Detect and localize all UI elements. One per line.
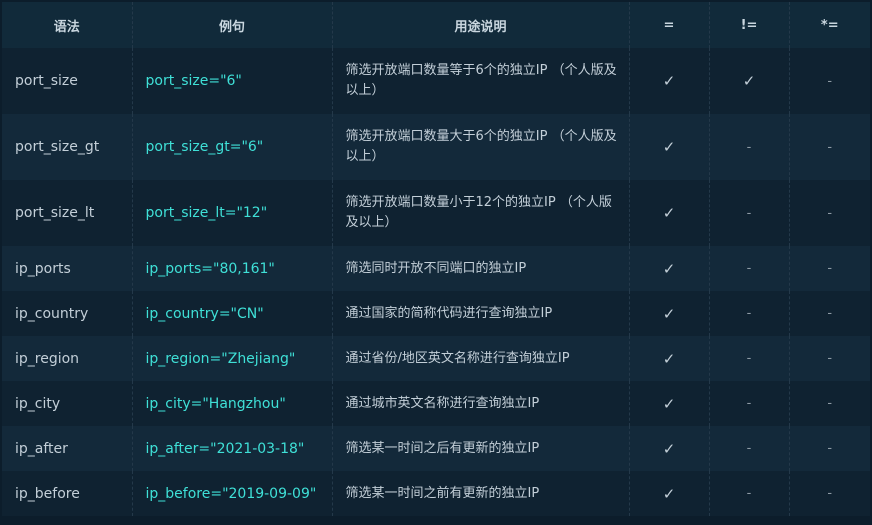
table-row: ip_country ip_country="CN" 通过国家的简称代码进行查询…: [2, 291, 870, 336]
table-row: port_size_gt port_size_gt="6" 筛选开放端口数量大于…: [2, 114, 870, 180]
description-cell: 筛选开放端口数量小于12个的独立IP （个人版及以上）: [332, 180, 630, 246]
dash-icon: -: [827, 396, 833, 411]
dash-icon: -: [709, 426, 790, 471]
syntax-table: 语法 例句 用途说明 = != *= port_size port_size="…: [2, 2, 870, 516]
syntax-cell: port_size_gt: [2, 114, 133, 180]
header-equals: =: [629, 2, 710, 48]
dash-icon: -: [709, 291, 790, 336]
example-cell: ip_before="2019-09-09": [132, 471, 333, 516]
description-cell: 筛选开放端口数量大于6个的独立IP （个人版及以上）: [332, 114, 630, 180]
example-cell: ip_country="CN": [132, 291, 333, 336]
table-row: ip_after ip_after="2021-03-18" 筛选某一时间之后有…: [2, 426, 870, 471]
example-cell: ip_after="2021-03-18": [132, 426, 333, 471]
description-cell: 通过省份/地区英文名称进行查询独立IP: [332, 336, 630, 381]
description-cell: 筛选某一时间之后有更新的独立IP: [332, 426, 630, 471]
check-icon: ✓: [629, 114, 710, 180]
header-example: 例句: [132, 2, 333, 48]
check-icon: ✓: [629, 381, 710, 426]
syntax-cell: port_size_lt: [2, 180, 133, 246]
syntax-cell: ip_before: [2, 471, 133, 516]
dash-icon: -: [827, 441, 833, 456]
dash-icon: -: [827, 261, 833, 276]
dash-icon: -: [827, 306, 833, 321]
dash-icon: -: [827, 139, 833, 155]
check-icon: ✓: [629, 471, 710, 516]
table-row: ip_city ip_city="Hangzhou" 通过城市英文名称进行查询独…: [2, 381, 870, 426]
table-header-row: 语法 例句 用途说明 = != *=: [2, 2, 870, 48]
dash-icon: -: [827, 73, 833, 89]
table-row: ip_before ip_before="2019-09-09" 筛选某一时间之…: [2, 471, 870, 516]
table-row: ip_ports ip_ports="80,161" 筛选同时开放不同端口的独立…: [2, 246, 870, 291]
dash-icon: -: [709, 180, 790, 246]
check-icon: ✓: [629, 291, 710, 336]
header-syntax: 语法: [2, 2, 133, 48]
syntax-cell: port_size: [2, 48, 133, 114]
syntax-cell: ip_after: [2, 426, 133, 471]
check-icon: ✓: [629, 48, 710, 114]
check-icon: ✓: [629, 336, 710, 381]
table-row: port_size port_size="6" 筛选开放端口数量等于6个的独立I…: [2, 48, 870, 114]
syntax-cell: ip_ports: [2, 246, 133, 291]
header-contains: *=: [820, 17, 839, 33]
description-cell: 筛选开放端口数量等于6个的独立IP （个人版及以上）: [332, 48, 630, 114]
example-cell: ip_ports="80,161": [132, 246, 333, 291]
syntax-cell: ip_city: [2, 381, 133, 426]
example-cell: ip_region="Zhejiang": [132, 336, 333, 381]
description-cell: 通过国家的简称代码进行查询独立IP: [332, 291, 630, 336]
example-cell: port_size_gt="6": [132, 114, 333, 180]
syntax-cell: ip_country: [2, 291, 133, 336]
description-cell: 通过城市英文名称进行查询独立IP: [332, 381, 630, 426]
dash-icon: -: [827, 486, 833, 501]
dash-icon: -: [709, 471, 790, 516]
description-cell: 筛选同时开放不同端口的独立IP: [332, 246, 630, 291]
header-not-equals: !=: [709, 2, 790, 48]
table-row: ip_region ip_region="Zhejiang" 通过省份/地区英文…: [2, 336, 870, 381]
header-description: 用途说明: [332, 2, 630, 48]
dash-icon: -: [709, 246, 790, 291]
dash-icon: -: [709, 336, 790, 381]
check-icon: ✓: [629, 426, 710, 471]
check-icon: ✓: [629, 180, 710, 246]
dash-icon: -: [709, 114, 790, 180]
example-cell: ip_city="Hangzhou": [132, 381, 333, 426]
check-icon: ✓: [629, 246, 710, 291]
dash-icon: -: [709, 381, 790, 426]
dash-icon: -: [827, 205, 833, 221]
example-cell: port_size_lt="12": [132, 180, 333, 246]
table-row: port_size_lt port_size_lt="12" 筛选开放端口数量小…: [2, 180, 870, 246]
dash-icon: -: [827, 351, 833, 366]
description-cell: 筛选某一时间之前有更新的独立IP: [332, 471, 630, 516]
example-cell: port_size="6": [132, 48, 333, 114]
syntax-cell: ip_region: [2, 336, 133, 381]
check-icon: ✓: [709, 48, 790, 114]
